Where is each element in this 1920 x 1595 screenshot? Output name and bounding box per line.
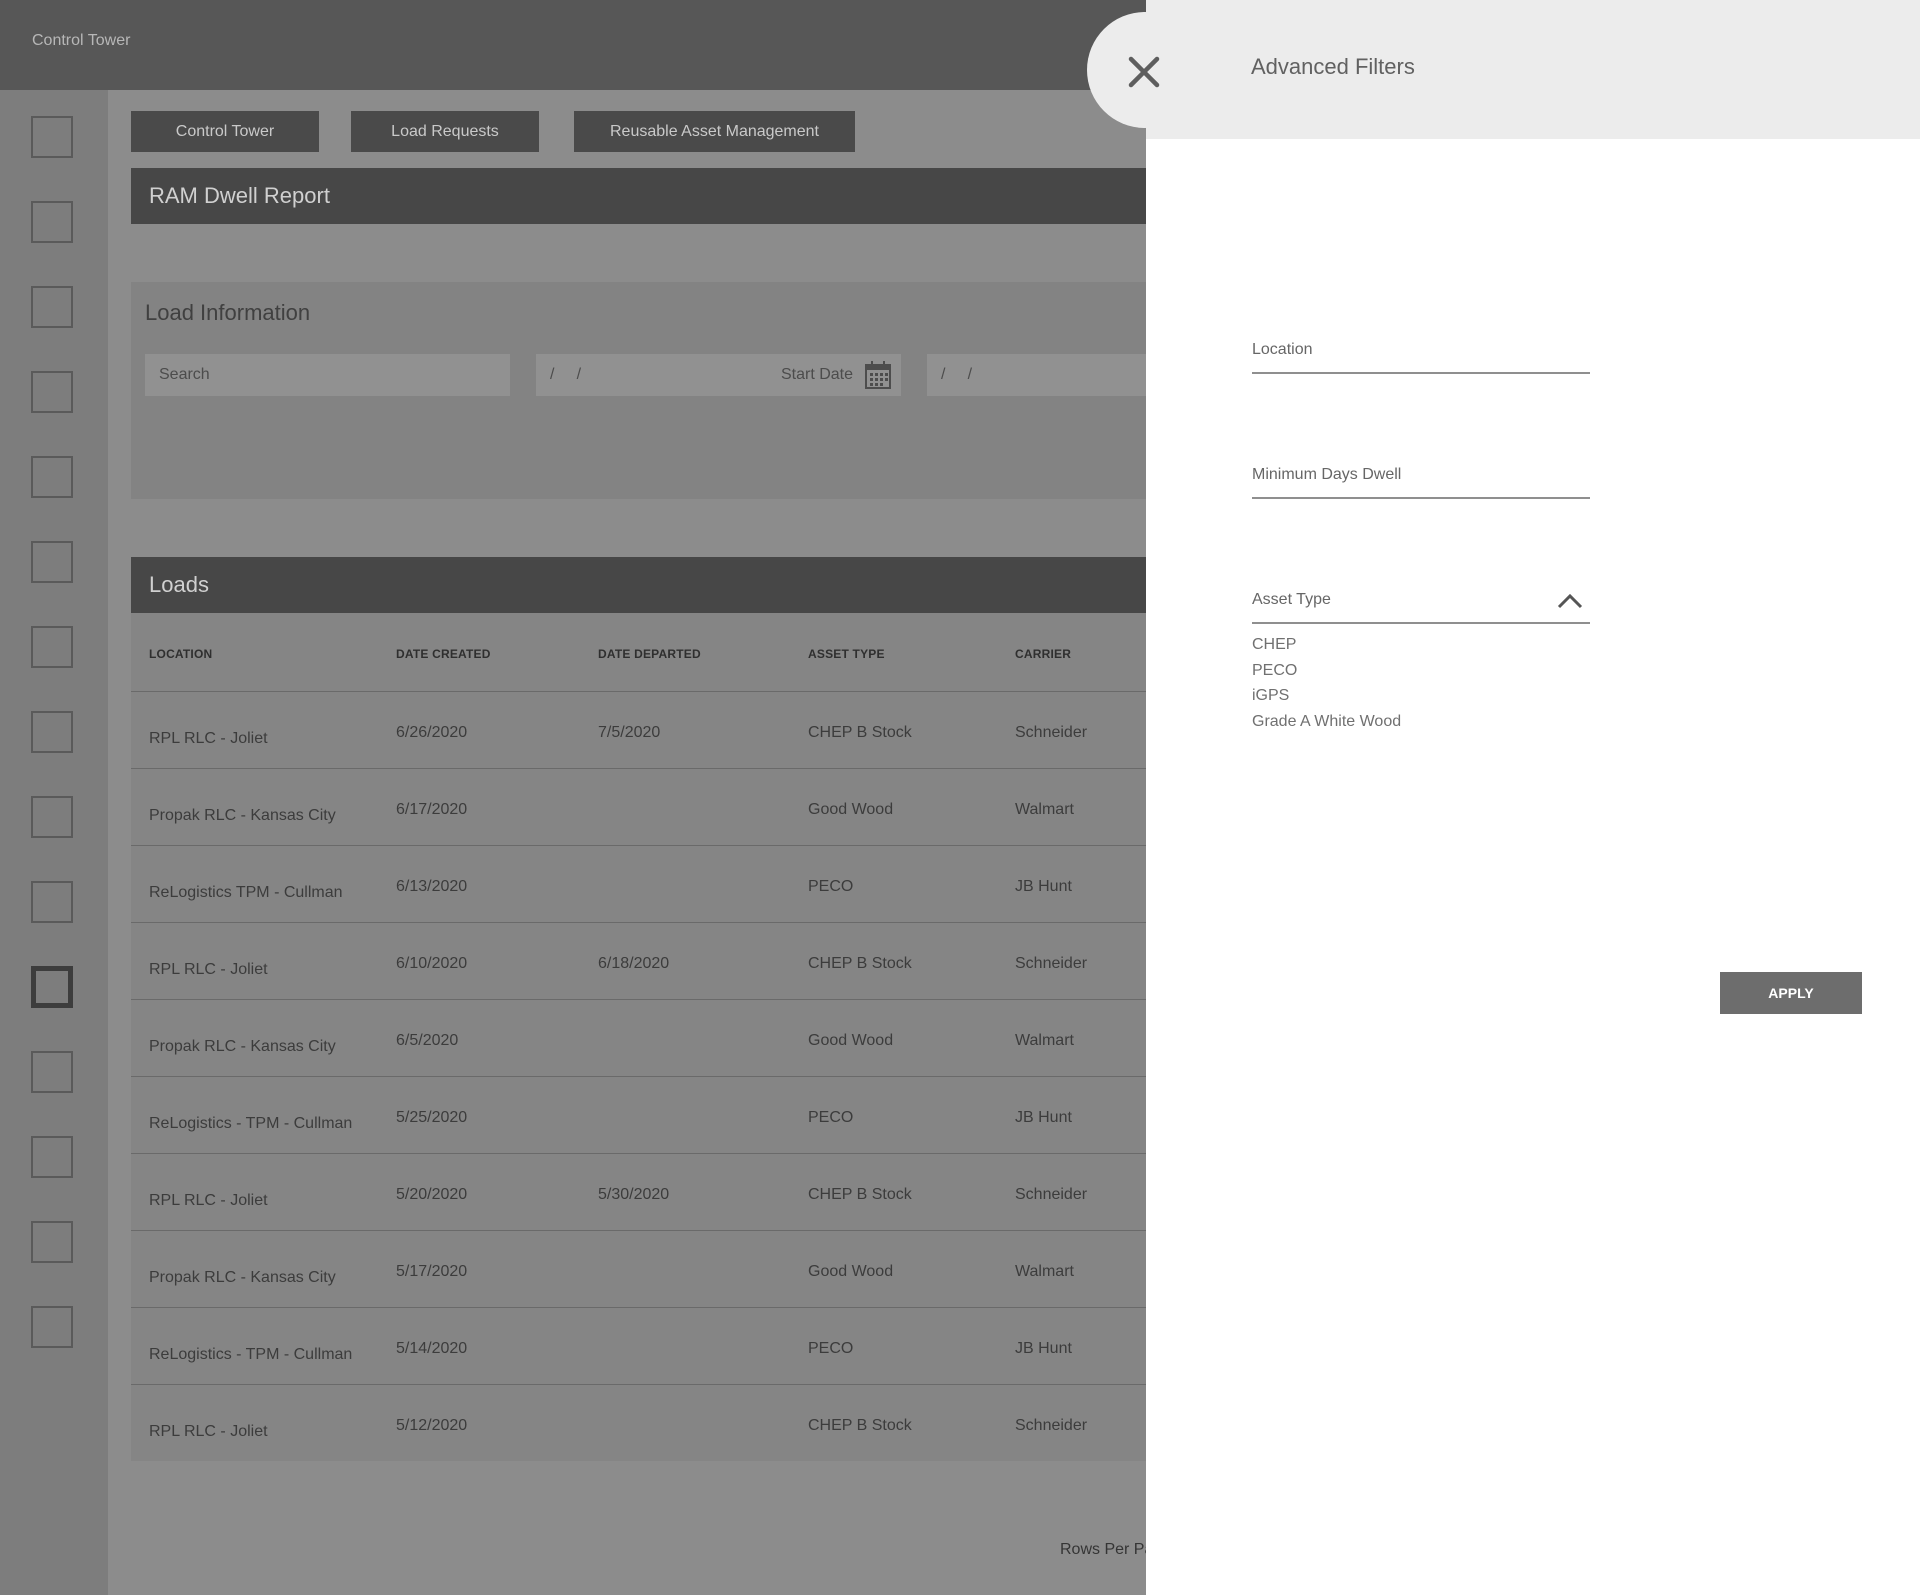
sidebar-item-6[interactable]	[31, 541, 73, 583]
search-placeholder: Search	[159, 366, 210, 383]
cell-carrier: Schneider	[1015, 1186, 1088, 1203]
chevron-up-icon[interactable]	[1557, 593, 1583, 609]
cell-asset-type: CHEP B Stock	[808, 724, 912, 741]
cell-date-created: 6/5/2020	[396, 1032, 459, 1049]
search-input[interactable]: Search	[145, 354, 510, 396]
cell-carrier: Schneider	[1015, 955, 1088, 972]
cell-date-created: 5/25/2020	[396, 1109, 468, 1126]
cell-asset-type: CHEP B Stock	[808, 955, 912, 972]
cell-date-created: 5/20/2020	[396, 1186, 468, 1203]
column-header-date-departed[interactable]: DATE DEPARTED	[598, 647, 701, 661]
cell-location: RPL RLC - Joliet	[149, 1423, 268, 1440]
sidebar-item-11-active[interactable]	[31, 966, 73, 1008]
cell-date-created: 5/14/2020	[396, 1340, 468, 1357]
end-date-value: / /	[941, 366, 973, 383]
sidebar-item-4[interactable]	[31, 371, 73, 413]
asset-type-option[interactable]: PECO	[1252, 662, 1297, 680]
cell-date-departed: 6/18/2020	[598, 955, 670, 972]
cell-location: ReLogistics TPM - Cullman	[149, 884, 343, 901]
drawer-title: Advanced Filters	[1251, 54, 1415, 79]
sidebar-item-1[interactable]	[31, 116, 73, 158]
cell-date-created: 6/10/2020	[396, 955, 468, 972]
asset-type-option[interactable]: CHEP	[1252, 636, 1296, 654]
cell-location: Propak RLC - Kansas City	[149, 1269, 336, 1286]
app-title: Control Tower	[32, 32, 131, 49]
cell-asset-type: Good Wood	[808, 801, 894, 818]
cell-carrier: JB Hunt	[1015, 1109, 1072, 1126]
cell-date-departed: 7/5/2020	[598, 724, 661, 741]
start-date-value: / /	[550, 366, 582, 383]
column-header-location[interactable]: LOCATION	[149, 647, 212, 661]
column-header-asset-type[interactable]: ASSET TYPE	[808, 647, 885, 661]
cell-location: ReLogistics - TPM - Cullman	[149, 1115, 353, 1132]
location-filter-label[interactable]: Location	[1252, 341, 1313, 359]
nav-reusable-asset-management-button[interactable]: Reusable Asset Management	[574, 111, 855, 152]
rows-per-page-label: Rows Per Pa	[1060, 1541, 1154, 1558]
nav-load-requests-button[interactable]: Load Requests	[351, 111, 539, 152]
asset-type-option[interactable]: iGPS	[1252, 687, 1289, 705]
cell-asset-type: CHEP B Stock	[808, 1417, 912, 1434]
min-days-dwell-input[interactable]	[1252, 497, 1590, 499]
end-date-field[interactable]: / /	[927, 354, 1147, 396]
cell-date-created: 6/17/2020	[396, 801, 468, 818]
cell-carrier: JB Hunt	[1015, 878, 1072, 895]
cell-carrier: Walmart	[1015, 1032, 1074, 1049]
column-header-date-created[interactable]: DATE CREATED	[396, 647, 491, 661]
cell-carrier: Walmart	[1015, 801, 1074, 818]
cell-location: RPL RLC - Joliet	[149, 1192, 268, 1209]
sidebar-item-14[interactable]	[31, 1221, 73, 1263]
column-header-carrier[interactable]: CARRIER	[1015, 647, 1071, 661]
sidebar-item-7[interactable]	[31, 626, 73, 668]
cell-location: Propak RLC - Kansas City	[149, 807, 336, 824]
cell-asset-type: PECO	[808, 878, 854, 895]
asset-type-select[interactable]	[1252, 622, 1590, 624]
cell-carrier: Schneider	[1015, 724, 1088, 741]
asset-type-label[interactable]: Asset Type	[1252, 591, 1331, 609]
cell-location: RPL RLC - Joliet	[149, 730, 268, 747]
sidebar-item-2[interactable]	[31, 201, 73, 243]
cell-carrier: Walmart	[1015, 1263, 1074, 1280]
cell-carrier: JB Hunt	[1015, 1340, 1072, 1357]
cell-asset-type: PECO	[808, 1109, 854, 1126]
drawer-header: Advanced Filters	[1146, 0, 1920, 139]
cell-date-created: 5/17/2020	[396, 1263, 468, 1280]
apply-button[interactable]: APPLY	[1720, 972, 1862, 1014]
cell-location: ReLogistics - TPM - Cullman	[149, 1346, 353, 1363]
sidebar-item-8[interactable]	[31, 711, 73, 753]
page-title: RAM Dwell Report	[149, 183, 330, 208]
start-date-label: Start Date	[780, 366, 853, 383]
cell-asset-type: CHEP B Stock	[808, 1186, 912, 1203]
cell-date-created: 6/13/2020	[396, 878, 468, 895]
min-days-dwell-label[interactable]: Minimum Days Dwell	[1252, 466, 1401, 484]
cell-date-created: 6/26/2020	[396, 724, 468, 741]
cell-carrier: Schneider	[1015, 1417, 1088, 1434]
sidebar-item-9[interactable]	[31, 796, 73, 838]
cell-date-departed: 5/30/2020	[598, 1186, 670, 1203]
sidebar-item-13[interactable]	[31, 1136, 73, 1178]
cell-location: RPL RLC - Joliet	[149, 961, 268, 978]
location-filter-input[interactable]	[1252, 372, 1590, 374]
sidebar	[0, 90, 108, 1595]
sidebar-item-15[interactable]	[31, 1306, 73, 1348]
loads-title: Loads	[149, 572, 209, 597]
sidebar-item-10[interactable]	[31, 881, 73, 923]
sidebar-item-12[interactable]	[31, 1051, 73, 1093]
cell-asset-type: PECO	[808, 1340, 854, 1357]
cell-date-created: 5/12/2020	[396, 1417, 468, 1434]
sidebar-item-5[interactable]	[31, 456, 73, 498]
cell-asset-type: Good Wood	[808, 1032, 894, 1049]
calendar-icon[interactable]	[865, 361, 891, 389]
advanced-filters-drawer: Advanced Filters	[1146, 0, 1920, 1595]
load-information-title: Load Information	[145, 300, 311, 325]
nav-control-tower-button[interactable]: Control Tower	[131, 111, 319, 152]
start-date-field[interactable]: / / Start Date	[536, 354, 901, 396]
cell-asset-type: Good Wood	[808, 1263, 894, 1280]
sidebar-item-3[interactable]	[31, 286, 73, 328]
cell-location: Propak RLC - Kansas City	[149, 1038, 336, 1055]
close-icon[interactable]	[1124, 52, 1164, 92]
asset-type-option[interactable]: Grade A White Wood	[1252, 713, 1401, 731]
